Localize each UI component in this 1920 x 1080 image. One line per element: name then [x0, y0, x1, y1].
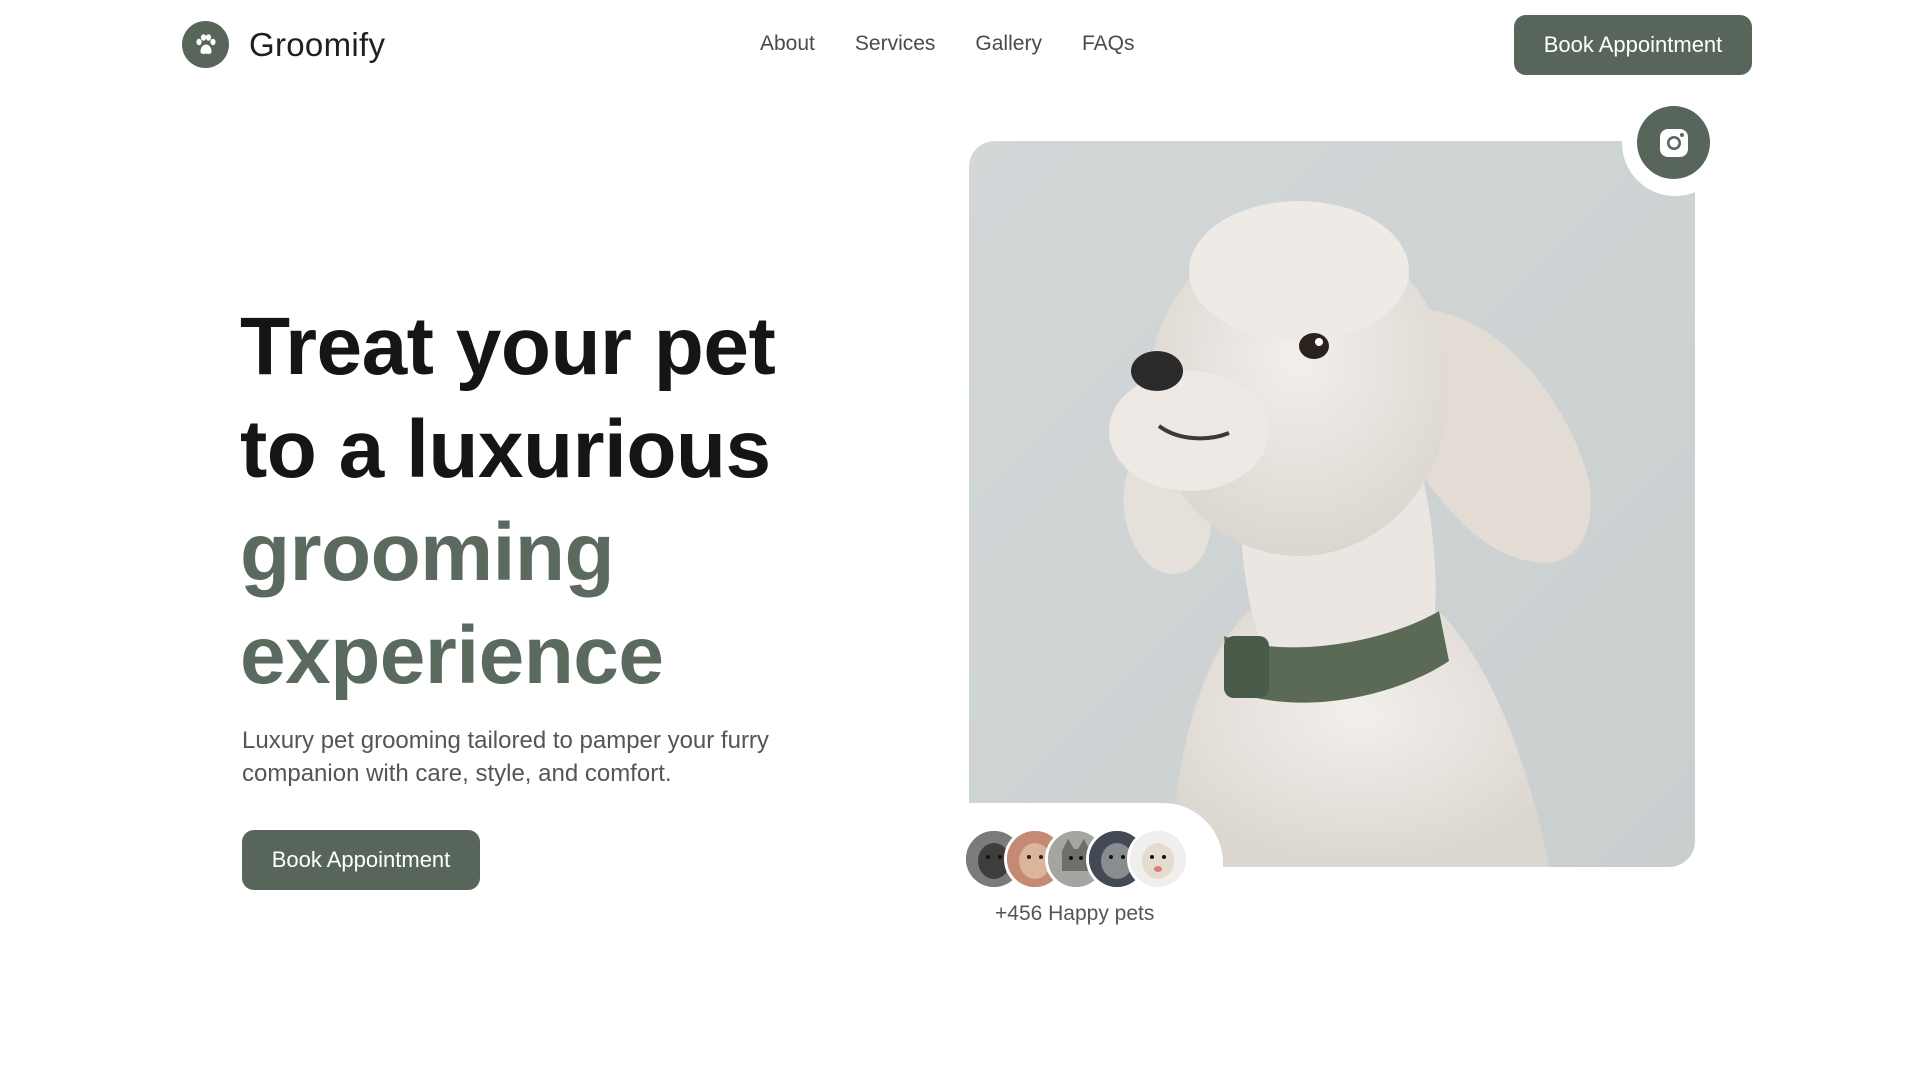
nav-link-about[interactable]: About	[760, 32, 815, 56]
poodle-illustration	[1109, 201, 1591, 867]
pet-avatar-stack	[963, 828, 1189, 890]
dog-avatar	[1127, 828, 1189, 890]
instagram-icon[interactable]	[1637, 106, 1710, 179]
main-nav: About Services Gallery FAQs	[760, 32, 1134, 56]
hero-title-line-1: Treat your pet	[240, 301, 776, 392]
nav-link-services[interactable]: Services	[855, 32, 936, 56]
hero-subtitle: Luxury pet grooming tailored to pamper y…	[242, 727, 769, 787]
hero-book-appointment-button[interactable]: Book Appointment	[242, 830, 480, 890]
hero-title: Treat your pet to a luxurious grooming e…	[240, 295, 776, 707]
header-book-appointment-button[interactable]: Book Appointment	[1514, 15, 1752, 75]
site-header: Groomify About Services Gallery FAQs Boo…	[0, 0, 1920, 92]
hero-title-line-2: to a luxurious	[240, 404, 771, 495]
hero-title-line-4: experience	[240, 610, 664, 701]
brand[interactable]: Groomify	[182, 21, 385, 68]
nav-link-gallery[interactable]: Gallery	[975, 32, 1042, 56]
hero-title-line-3: grooming	[240, 507, 615, 598]
nav-link-faqs[interactable]: FAQs	[1082, 32, 1135, 56]
happy-pets-count: +456 Happy pets	[995, 902, 1155, 925]
paw-icon	[182, 21, 229, 68]
hero-dog-image	[969, 141, 1695, 867]
brand-name: Groomify	[249, 25, 386, 63]
